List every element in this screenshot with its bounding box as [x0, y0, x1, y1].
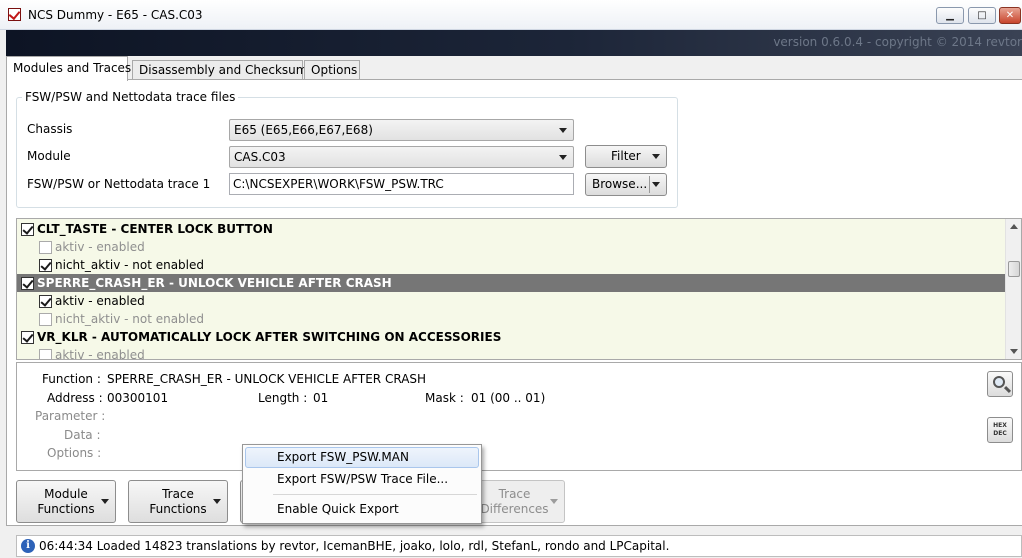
chassis-select[interactable]: E65 (E65,E66,E67,E68) — [229, 119, 574, 141]
tab-modules-and-traces[interactable]: Modules and Traces — [6, 56, 131, 81]
module-functions-button[interactable]: Module Functions — [16, 480, 116, 523]
info-icon: i — [21, 539, 35, 553]
list-item-label: nicht_aktiv - not enabled — [55, 312, 205, 326]
browse-button[interactable]: Browse... — [585, 173, 667, 196]
function-value: SPERRE_CRASH_ER - UNLOCK VEHICLE AFTER C… — [107, 372, 427, 386]
maximize-button[interactable]: □ — [968, 7, 996, 24]
hex-text: HEX — [993, 422, 1007, 429]
browse-label: Browse... — [592, 177, 648, 191]
dec-text: DEC — [993, 430, 1007, 437]
export-context-menu: Export FSW_PSW.MAN Export FSW/PSW Trace … — [242, 444, 482, 524]
button-line: Functions — [37, 502, 95, 516]
checkbox[interactable] — [21, 223, 34, 236]
list-item[interactable]: nicht_aktiv - not enabled — [17, 310, 1007, 328]
button-line: Module — [44, 487, 88, 501]
tab-strip: Modules and Traces Disassembly and Check… — [6, 56, 1022, 81]
checkbox[interactable] — [21, 277, 34, 290]
list-item-label: CLT_TASTE - CENTER LOCK BUTTON — [37, 222, 273, 236]
split-divider — [649, 176, 650, 193]
window-title: NCS Dummy - E65 - CAS.C03 — [28, 8, 203, 22]
chassis-label: Chassis — [27, 122, 73, 136]
list-item[interactable]: nicht_aktiv - not enabled — [17, 256, 1007, 274]
function-label: Function : — [42, 372, 101, 386]
menu-item-export-trace-file[interactable]: Export FSW/PSW Trace File... — [245, 469, 479, 490]
length-label: Length : — [258, 391, 308, 405]
filter-button[interactable]: Filter — [585, 145, 667, 168]
button-line: Functions — [149, 502, 207, 516]
tab-disassembly-and-checksums[interactable]: Disassembly and Checksums — [132, 60, 314, 80]
address-value: 00300101 — [107, 391, 169, 405]
mask-value: 01 (00 .. 01) — [471, 391, 546, 405]
version-text: version 0.6.0.4 - copyright © 2014 revto… — [773, 35, 1022, 49]
checkbox[interactable] — [39, 349, 52, 359]
status-bar: i 06:44:34 Loaded 14823 translations by … — [16, 535, 1022, 557]
checkbox[interactable] — [39, 295, 52, 308]
module-label: Module — [27, 149, 71, 163]
header-banner: version 0.6.0.4 - copyright © 2014 revto… — [6, 30, 1022, 56]
trace-label: FSW/PSW or Nettodata trace 1 — [27, 177, 211, 191]
scroll-thumb[interactable] — [1008, 261, 1020, 277]
list-item-label: aktiv - enabled — [55, 240, 145, 254]
scroll-down-icon[interactable] — [1010, 349, 1018, 354]
list-item-label: SPERRE_CRASH_ER - UNLOCK VEHICLE AFTER C… — [37, 276, 392, 290]
filter-label: Filter — [611, 149, 641, 163]
button-line: Trace — [162, 487, 194, 501]
parameter-label: Parameter : — [35, 409, 106, 423]
list-item-label: nicht_aktiv - not enabled — [55, 258, 205, 272]
coding-list[interactable]: CLT_TASTE - CENTER LOCK BUTTON aktiv - e… — [16, 218, 1022, 360]
tab-options[interactable]: Options — [304, 60, 360, 80]
hex-dec-icon: HEX DEC — [990, 422, 1010, 438]
list-item-label: VR_KLR - AUTOMATICALLY LOCK AFTER SWITCH… — [37, 330, 502, 344]
button-line: Trace — [498, 487, 531, 501]
options-label: Options : — [47, 446, 102, 460]
app-checkbox-icon — [8, 8, 21, 21]
chevron-down-icon — [652, 154, 660, 159]
data-label: Data : — [64, 428, 101, 442]
chevron-down-icon — [559, 128, 567, 133]
search-icon — [993, 376, 1005, 388]
list-item[interactable]: aktiv - enabled — [17, 346, 1007, 360]
list-item[interactable]: aktiv - enabled — [17, 292, 1007, 310]
title-bar[interactable]: NCS Dummy - E65 - CAS.C03 ▁ □ ✕ — [0, 0, 1022, 30]
checkbox[interactable] — [39, 259, 52, 272]
length-value: 01 — [313, 391, 329, 405]
trace-path-input[interactable]: C:\NCSEXPER\WORK\FSW_PSW.TRC — [229, 173, 574, 195]
checkbox[interactable] — [39, 313, 52, 326]
list-item[interactable]: CLT_TASTE - CENTER LOCK BUTTON — [17, 220, 1007, 238]
search-button[interactable] — [987, 371, 1013, 397]
chassis-value: E65 (E65,E66,E67,E68) — [234, 123, 373, 137]
list-item[interactable]: SPERRE_CRASH_ER - UNLOCK VEHICLE AFTER C… — [17, 274, 1007, 292]
menu-separator — [273, 494, 477, 495]
status-text: 06:44:34 Loaded 14823 translations by re… — [39, 539, 670, 553]
group-title: FSW/PSW and Nettodata trace files — [22, 90, 239, 104]
menu-item-enable-quick-export[interactable]: Enable Quick Export — [245, 499, 479, 520]
trace-functions-button[interactable]: Trace Functions — [128, 480, 228, 523]
chevron-down-icon — [101, 499, 109, 504]
chevron-down-icon — [652, 182, 660, 187]
checkbox[interactable] — [21, 331, 34, 344]
menu-item-export-fsw-psw-man[interactable]: Export FSW_PSW.MAN — [245, 447, 479, 468]
minimize-button[interactable]: ▁ — [936, 7, 964, 24]
close-button[interactable]: ✕ — [999, 7, 1021, 24]
mask-label: Mask : — [425, 391, 464, 405]
checkbox[interactable] — [39, 241, 52, 254]
module-select[interactable]: CAS.C03 — [229, 146, 574, 168]
scroll-up-icon[interactable] — [1010, 224, 1018, 229]
hex-dec-toggle[interactable]: HEX DEC — [987, 417, 1013, 443]
list-scrollbar[interactable] — [1005, 219, 1021, 359]
list-item-label: aktiv - enabled — [55, 294, 145, 308]
list-item[interactable]: VR_KLR - AUTOMATICALLY LOCK AFTER SWITCH… — [17, 328, 1007, 346]
chevron-down-icon — [550, 499, 558, 504]
chevron-down-icon — [213, 499, 221, 504]
module-value: CAS.C03 — [234, 150, 286, 164]
address-label: Address : — [47, 391, 103, 405]
list-item[interactable]: aktiv - enabled — [17, 238, 1007, 256]
button-line: Differences — [480, 502, 549, 516]
chevron-down-icon — [559, 155, 567, 160]
list-item-label: aktiv - enabled — [55, 348, 145, 360]
